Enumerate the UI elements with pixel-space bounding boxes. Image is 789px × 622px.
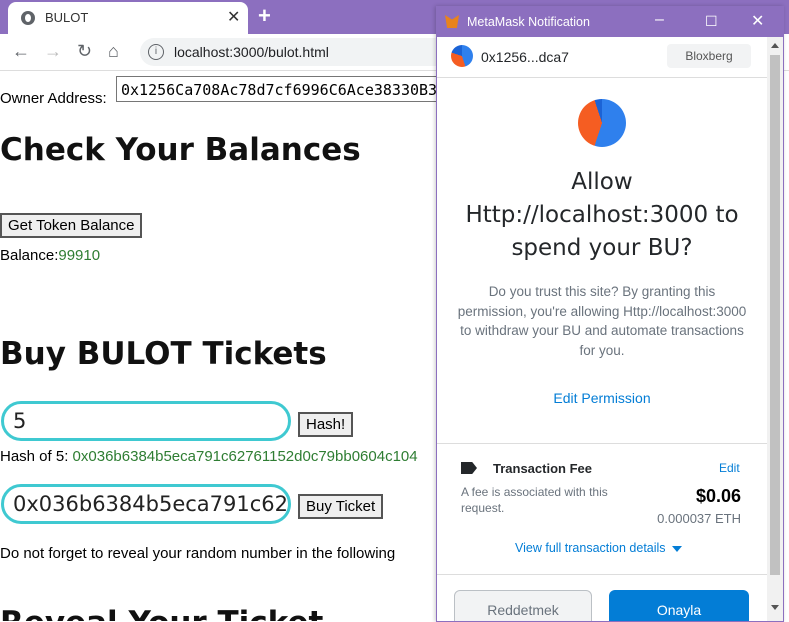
- confirm-button[interactable]: Onayla: [609, 590, 749, 621]
- balance-row: Balance:99910: [0, 247, 100, 264]
- tag-icon: [461, 462, 477, 474]
- section-divider: [437, 443, 767, 444]
- tab-close-icon[interactable]: ✕: [227, 7, 240, 27]
- site-info-icon[interactable]: i: [148, 44, 164, 60]
- close-window-icon[interactable]: ✕: [751, 11, 764, 31]
- balance-label: Balance:: [0, 247, 59, 264]
- scroll-up-icon[interactable]: [771, 43, 779, 48]
- buy-ticket-button[interactable]: Buy Ticket: [298, 494, 384, 519]
- ticket-hash-input[interactable]: 0x036b6384b5eca791c6276: [1, 484, 291, 524]
- owner-address-input[interactable]: 0x1256Ca708Ac78d7cf6996C6Ace38330B354: [116, 76, 456, 102]
- edit-permission-link[interactable]: Edit Permission: [437, 390, 767, 406]
- buy-tickets-heading: Buy BULOT Tickets: [0, 336, 327, 372]
- metamask-fox-icon: [445, 15, 459, 28]
- forward-arrow-icon[interactable]: →: [44, 41, 62, 62]
- reject-button[interactable]: Reddetmek: [454, 590, 592, 621]
- globe-icon: [21, 11, 35, 25]
- permission-description: Do you trust this site? By granting this…: [457, 284, 747, 358]
- new-tab-icon[interactable]: +: [258, 3, 271, 29]
- hash-value: 0x036b6384b5eca791c62761152d0c79bb0604c1…: [72, 448, 418, 465]
- headline-line-3: spend your BU?: [511, 235, 693, 261]
- url-text: localhost:3000/bulot.html: [174, 44, 329, 60]
- fee-edit-link[interactable]: Edit: [719, 461, 740, 475]
- headline-line-2: Http://localhost:3000 to: [465, 202, 739, 228]
- reveal-reminder-text: Do not forget to reveal your random numb…: [0, 545, 396, 562]
- account-bar: 0x1256...dca7 Bloxberg: [437, 37, 767, 78]
- headline-line-1: Allow: [571, 169, 633, 195]
- owner-address-label: Owner Address:: [0, 90, 107, 107]
- hash-label: Hash of 5:: [0, 448, 73, 465]
- view-details-label: View full transaction details: [515, 541, 666, 555]
- number-input[interactable]: 5: [1, 401, 291, 441]
- metamask-body: 0x1256...dca7 Bloxberg Allow Http://loca…: [437, 37, 767, 621]
- back-arrow-icon[interactable]: ←: [12, 41, 30, 62]
- hash-result: Hash of 5: 0x036b6384b5eca791c62761152d0…: [0, 448, 418, 465]
- reload-icon[interactable]: ↻: [77, 41, 92, 62]
- caret-down-icon: [671, 545, 682, 552]
- reveal-heading: Reveal Your Ticket: [0, 605, 323, 621]
- view-details-link[interactable]: View full transaction details: [515, 541, 682, 555]
- transaction-fee-title: Transaction Fee: [493, 461, 592, 476]
- tab-title: BULOT: [45, 10, 89, 25]
- scroll-down-icon[interactable]: [771, 605, 779, 610]
- metamask-titlebar: MetaMask Notification – ☐ ✕: [437, 7, 783, 37]
- metamask-window-title: MetaMask Notification: [467, 15, 590, 29]
- fee-note: A fee is associated with this request.: [461, 485, 608, 515]
- account-avatar: [451, 45, 473, 67]
- home-icon[interactable]: ⌂: [108, 41, 119, 62]
- maximize-icon[interactable]: ☐: [705, 13, 718, 30]
- browser-tab[interactable]: BULOT ✕: [8, 2, 248, 34]
- network-badge[interactable]: Bloxberg: [667, 44, 751, 68]
- scrollbar-thumb[interactable]: [770, 55, 780, 575]
- balances-heading: Check Your Balances: [0, 132, 361, 168]
- footer-divider: [437, 574, 767, 575]
- minimize-icon[interactable]: –: [655, 11, 664, 29]
- metamask-popup: MetaMask Notification – ☐ ✕ 0x1256...dca…: [436, 6, 784, 622]
- scrollbar[interactable]: [767, 37, 783, 621]
- get-token-balance-button[interactable]: Get Token Balance: [0, 213, 143, 238]
- balance-value: 99910: [58, 247, 101, 264]
- account-address: 0x1256...dca7: [481, 49, 569, 65]
- site-logo: [578, 99, 626, 147]
- fee-eth: 0.000037 ETH: [657, 511, 741, 526]
- hash-button[interactable]: Hash!: [298, 412, 354, 437]
- fee-usd: $0.06: [695, 486, 741, 506]
